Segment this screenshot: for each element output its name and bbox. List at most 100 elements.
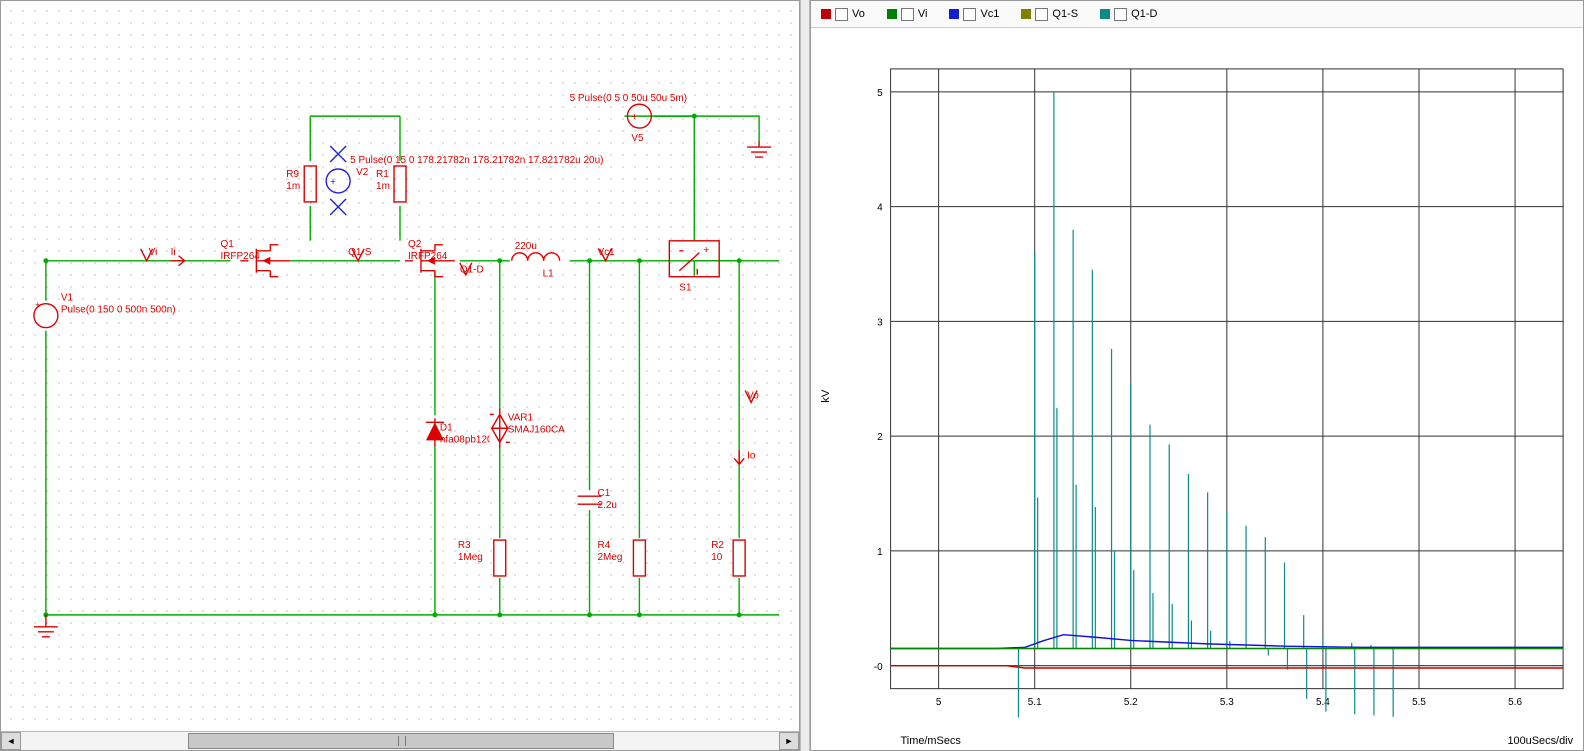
legend-item-Vc1[interactable]: Vc1 [949,8,999,21]
component-R1[interactable]: R1 1m [376,166,406,202]
legend-label: Q1-D [1131,8,1157,20]
component-V2[interactable]: + V2 5 Pulse(0 15 0 178.21782n 178.21782… [326,146,603,215]
svg-text:5.2: 5.2 [1124,697,1138,708]
legend-checkbox[interactable] [1035,8,1048,21]
component-C1[interactable]: C1 2.2u [578,488,617,511]
svg-text:Q1-D: Q1-D [460,265,484,276]
scroll-track[interactable] [21,733,779,749]
legend-label: Vo [852,8,865,20]
legend-checkbox[interactable] [835,8,848,21]
svg-text:D1: D1 [440,422,453,433]
legend-label: Vi [918,8,928,20]
probe-Q1S[interactable]: Q1-S [348,247,372,261]
svg-text:Q1: Q1 [220,239,234,250]
schematic-pane[interactable]: + V1 Pulse(0 150 0 500n 500n) + V2 5 Pul… [0,0,800,751]
probe-Ii[interactable]: Ii [171,247,185,266]
svg-text:V1: V1 [61,293,74,304]
svg-text:Q2: Q2 [408,239,422,250]
svg-text:+: + [631,112,637,123]
svg-text:5: 5 [936,697,942,708]
legend-item-Vo[interactable]: Vo [821,8,865,21]
ground-icon [747,141,771,157]
ground-icon [34,615,58,637]
svg-text:Ii: Ii [171,247,176,258]
component-R9[interactable]: R9 1m [286,166,316,202]
svg-text:SMAJ160CA: SMAJ160CA [508,424,565,435]
plot-legend: Vo Vi Vc1 Q1-S Q1-D [811,1,1583,28]
svg-text:R2: R2 [711,540,724,551]
svg-text:2Meg: 2Meg [598,552,623,563]
x-axis-unit: 100uSecs/div [1507,735,1573,747]
horizontal-scrollbar[interactable]: ◄ ► [1,731,799,750]
svg-text:5.1: 5.1 [1028,697,1042,708]
svg-text:R9: R9 [286,169,299,180]
svg-text:VAR1: VAR1 [508,412,534,423]
svg-text:Io: Io [747,450,756,461]
component-VAR1[interactable]: VAR1 SMAJ160CA [490,408,565,448]
legend-checkbox[interactable] [963,8,976,21]
svg-text:C1: C1 [598,488,611,499]
legend-checkbox[interactable] [901,8,914,21]
legend-item-Vi[interactable]: Vi [887,8,928,21]
scroll-right-button[interactable]: ► [779,732,799,750]
svg-text:IRFP264: IRFP264 [408,251,448,262]
pane-splitter[interactable] [800,0,810,751]
svg-text:4: 4 [877,203,883,214]
svg-text:+: + [35,301,41,312]
svg-text:3: 3 [877,317,883,328]
component-V5[interactable]: + V5 5 Pulse(0 5 0 50u 50u 5m) [570,93,687,144]
svg-text:5: 5 [877,88,883,99]
svg-text:Vo: Vo [747,390,759,401]
probe-Vo[interactable]: Vo [745,390,759,402]
svg-text:5.5: 5.5 [1412,697,1426,708]
scroll-left-button[interactable]: ◄ [1,732,21,750]
svg-text:R1: R1 [376,169,389,180]
svg-text:-0: -0 [874,662,883,673]
svg-text:5 Pulse(0 5 0 50u 50u 5m): 5 Pulse(0 5 0 50u 50u 5m) [570,93,687,104]
svg-text:Q1-S: Q1-S [348,247,372,258]
svg-text:5.6: 5.6 [1508,697,1522,708]
component-R3[interactable]: R3 1Meg [458,538,506,578]
probe-Q1D[interactable]: Q1-D [460,263,484,276]
svg-text:S1: S1 [679,283,692,294]
x-axis-label: Time/mSecs [901,735,962,747]
plot-area[interactable]: -01234555.15.25.35.45.55.6 kV Time/mSecs… [811,28,1583,750]
svg-text:1m: 1m [376,181,390,192]
schematic-svg: + V1 Pulse(0 150 0 500n 500n) + V2 5 Pul… [1,1,799,730]
svg-text:10: 10 [711,552,723,563]
svg-text:hfa08pb120: hfa08pb120 [440,434,493,445]
component-Q1[interactable]: Q1 IRFP264 [220,239,290,277]
legend-label: Vc1 [980,8,999,20]
svg-text:5.4: 5.4 [1316,697,1330,708]
component-R4[interactable]: R4 2Meg [598,538,646,578]
svg-text:R4: R4 [598,540,611,551]
schematic-canvas[interactable]: + V1 Pulse(0 150 0 500n 500n) + V2 5 Pul… [1,1,799,730]
component-D1[interactable]: D1 hfa08pb120 [425,415,493,446]
svg-text:1Meg: 1Meg [458,552,483,563]
svg-text:R3: R3 [458,540,471,551]
svg-text:L1: L1 [543,269,555,280]
svg-text:Vi: Vi [149,247,158,258]
probe-Io[interactable]: Io [734,450,756,464]
svg-text:V5: V5 [631,133,644,144]
svg-text:5.3: 5.3 [1220,697,1234,708]
plot-pane: Vo Vi Vc1 Q1-S Q1-D [810,0,1584,751]
svg-text:Pulse(0 150 0 500n 500n): Pulse(0 150 0 500n 500n) [61,305,176,316]
legend-checkbox[interactable] [1114,8,1127,21]
component-R2[interactable]: R2 10 [711,538,745,578]
y-axis-label: kV [820,389,832,403]
svg-text:Vc1: Vc1 [598,247,616,258]
legend-label: Q1-S [1052,8,1078,20]
scroll-thumb[interactable] [188,733,614,749]
component-Q2[interactable]: Q2 IRFP264 [400,239,460,277]
svg-text:1m: 1m [286,181,300,192]
probe-Vc1[interactable]: Vc1 [598,247,616,261]
legend-item-Q1D[interactable]: Q1-D [1100,8,1157,21]
svg-text:2.2u: 2.2u [598,500,617,511]
legend-item-Q1S[interactable]: Q1-S [1021,8,1078,21]
svg-text:220u: 220u [515,241,537,252]
legend-swatch [1021,9,1031,19]
chart-svg: -01234555.15.25.35.45.55.6 kV Time/mSecs… [811,28,1583,750]
app-root: + V1 Pulse(0 150 0 500n 500n) + V2 5 Pul… [0,0,1584,751]
probe-Vi[interactable]: Vi [141,247,158,261]
